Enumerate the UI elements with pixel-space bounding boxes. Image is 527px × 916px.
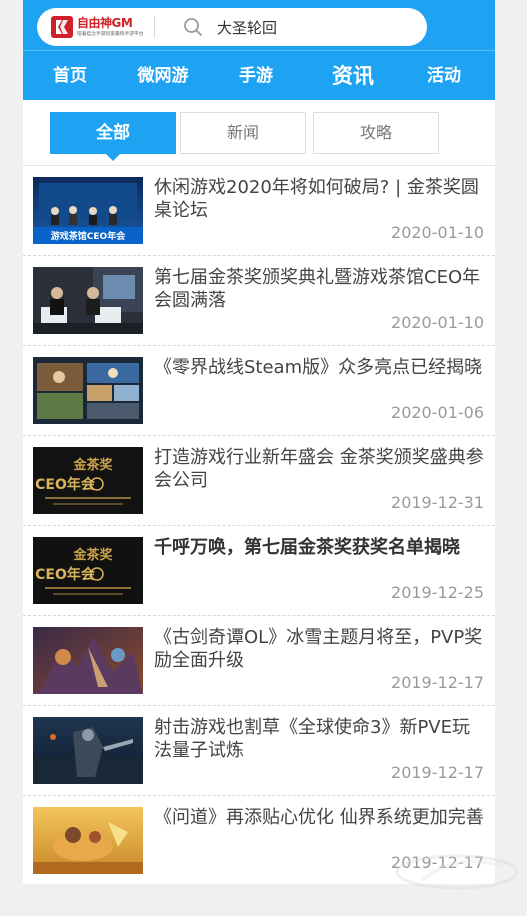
nav-item-news[interactable]: 资讯 [313, 51, 393, 101]
logo-mark-icon [51, 16, 73, 38]
page: 自由神GM 陪着挂念手游玩家最快手游平台 首页 微网游 手游 资讯 [0, 0, 527, 916]
thumbnail-caption: CEO年会 [35, 566, 96, 583]
article-item[interactable]: 金茶奖 CEO年会 千呼万唤，第七届金茶奖获奖名单揭晓 2019-12-25 [23, 526, 495, 616]
search-icon[interactable] [183, 17, 203, 37]
article-thumbnail [33, 357, 143, 424]
thumbnail-caption: 游戏茶馆CEO年会 [51, 230, 126, 242]
article-item[interactable]: 游戏茶馆CEO年会 休闲游戏2020年将如何破局? | 金茶奖圆桌论坛 2020… [23, 166, 495, 256]
article-date: 2019-12-31 [391, 493, 484, 512]
search-divider [154, 16, 155, 38]
article-title[interactable]: 第七届金茶奖颁奖典礼暨游戏茶馆CEO年会圆满落 [154, 266, 484, 312]
thumbnail-caption: CEO年会 [35, 476, 96, 493]
nav-item-events[interactable]: 活动 [411, 51, 477, 101]
article-title[interactable]: 千呼万唤，第七届金茶奖获奖名单揭晓 [154, 536, 484, 559]
search-input[interactable] [217, 15, 417, 39]
article-item[interactable]: 第七届金茶奖颁奖典礼暨游戏茶馆CEO年会圆满落 2020-01-10 [23, 256, 495, 346]
nav-item-micro-games[interactable]: 微网游 [125, 51, 201, 101]
article-date: 2019-12-17 [391, 673, 484, 692]
search-bar: 自由神GM 陪着挂念手游玩家最快手游平台 [37, 8, 427, 46]
article-title[interactable]: 《问道》再添贴心优化 仙界系统更加完善 [154, 806, 484, 829]
article-title[interactable]: 射击游戏也割草《全球使命3》新PVE玩法量子试炼 [154, 716, 484, 762]
article-item[interactable]: 金茶奖 CEO年会 打造游戏行业新年盛会 金茶奖颁奖盛典参会公司 2019-12… [23, 436, 495, 526]
article-item[interactable]: 《古剑奇谭OL》冰雪主题月将至，PVP奖励全面升级 2019-12-17 [23, 616, 495, 706]
nav-item-mobile-games[interactable]: 手游 [225, 51, 287, 101]
article-list: 游戏茶馆CEO年会 休闲游戏2020年将如何破局? | 金茶奖圆桌论坛 2020… [23, 166, 495, 884]
logo-title: 自由神GM [77, 15, 133, 30]
article-thumbnail [33, 807, 143, 874]
article-date: 2020-01-10 [391, 223, 484, 242]
article-thumbnail [33, 627, 143, 694]
category-tabs: 全部 新闻 攻略 [23, 100, 495, 166]
article-date: 2019-12-17 [391, 763, 484, 782]
article-title[interactable]: 打造游戏行业新年盛会 金茶奖颁奖盛典参会公司 [154, 446, 484, 492]
article-date: 2020-01-10 [391, 313, 484, 332]
site-logo[interactable]: 自由神GM 陪着挂念手游玩家最快手游平台 [51, 14, 149, 40]
header: 自由神GM 陪着挂念手游玩家最快手游平台 首页 微网游 手游 资讯 [23, 0, 495, 100]
tab-guides[interactable]: 攻略 [313, 112, 439, 154]
article-thumbnail: 游戏茶馆CEO年会 [33, 177, 143, 244]
svg-text:金茶奖: 金茶奖 [72, 547, 113, 563]
article-title[interactable]: 《古剑奇谭OL》冰雪主题月将至，PVP奖励全面升级 [154, 626, 484, 672]
article-title[interactable]: 《零界战线Steam版》众多亮点已经揭晓 [154, 356, 484, 379]
nav-item-home[interactable]: 首页 [37, 51, 103, 101]
tab-news[interactable]: 新闻 [180, 112, 306, 154]
article-date: 2019-12-25 [391, 583, 484, 602]
svg-text:金茶奖: 金茶奖 [72, 457, 113, 473]
article-item[interactable]: 《零界战线Steam版》众多亮点已经揭晓 2020-01-06 [23, 346, 495, 436]
article-date: 2020-01-06 [391, 403, 484, 422]
article-thumbnail: 金茶奖 CEO年会 [33, 447, 143, 514]
article-thumbnail [33, 267, 143, 334]
article-item[interactable]: 射击游戏也割草《全球使命3》新PVE玩法量子试炼 2019-12-17 [23, 706, 495, 796]
article-title[interactable]: 休闲游戏2020年将如何破局? | 金茶奖圆桌论坛 [154, 176, 484, 222]
article-thumbnail [33, 717, 143, 784]
main-nav: 首页 微网游 手游 资讯 活动 [23, 50, 495, 101]
app-container: 自由神GM 陪着挂念手游玩家最快手游平台 首页 微网游 手游 资讯 [23, 0, 495, 884]
watermark-logo-icon [392, 852, 522, 892]
article-thumbnail: 金茶奖 CEO年会 [33, 537, 143, 604]
tab-all[interactable]: 全部 [50, 112, 176, 161]
logo-subtitle: 陪着挂念手游玩家最快手游平台 [77, 30, 144, 37]
